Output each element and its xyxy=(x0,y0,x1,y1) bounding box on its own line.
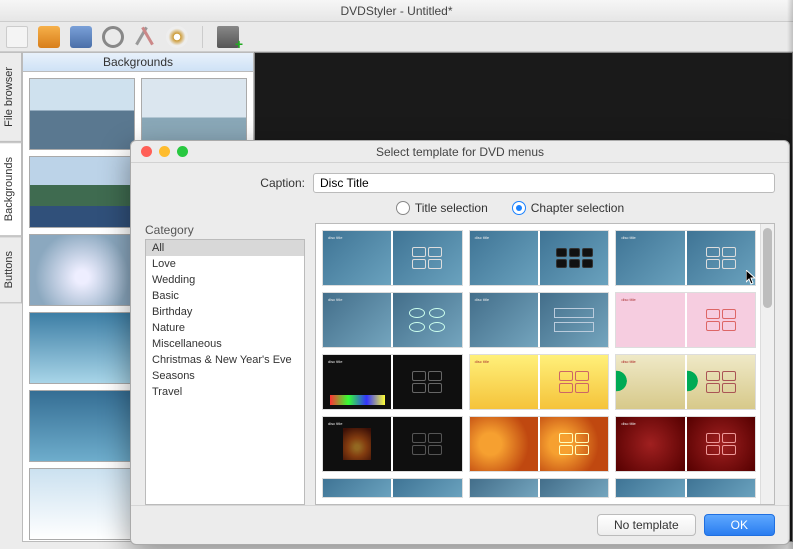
add-video-icon[interactable] xyxy=(217,26,239,48)
radio-label: Chapter selection xyxy=(531,201,624,215)
template-thumb[interactable]: disc title xyxy=(615,416,756,472)
category-item[interactable]: Miscellaneous xyxy=(146,336,304,352)
tab-buttons[interactable]: Buttons xyxy=(0,236,22,303)
tab-file-browser[interactable]: File browser xyxy=(0,52,22,142)
category-item[interactable]: Basic xyxy=(146,288,304,304)
category-item[interactable]: Wedding xyxy=(146,272,304,288)
background-thumb[interactable] xyxy=(29,156,135,228)
open-folder-icon[interactable] xyxy=(38,26,60,48)
caption-label: Caption: xyxy=(145,176,305,190)
burn-disc-icon[interactable] xyxy=(166,26,188,48)
template-scrollbar[interactable] xyxy=(760,224,774,504)
background-thumb[interactable] xyxy=(29,234,135,306)
template-thumb[interactable]: disc title xyxy=(469,292,610,348)
tools-icon[interactable] xyxy=(134,26,156,48)
main-toolbar xyxy=(0,22,793,52)
category-item[interactable]: Christmas & New Year's Eve xyxy=(146,352,304,368)
template-thumb[interactable]: disc title xyxy=(469,230,610,286)
template-thumb[interactable] xyxy=(469,416,610,472)
options-icon[interactable] xyxy=(102,26,124,48)
title-selection-radio[interactable]: Title selection xyxy=(396,201,488,215)
dialog-footer: No template OK xyxy=(131,505,789,544)
minimize-icon[interactable] xyxy=(159,146,170,157)
save-icon[interactable] xyxy=(70,26,92,48)
category-label: Category xyxy=(145,223,305,237)
template-dialog: Select template for DVD menus Caption: T… xyxy=(130,140,790,545)
radio-icon xyxy=(512,201,526,215)
radio-label: Title selection xyxy=(415,201,488,215)
template-grid: disc title disc title disc title disc ti… xyxy=(315,223,775,505)
template-thumb[interactable]: disc title xyxy=(322,292,463,348)
template-thumb[interactable] xyxy=(615,478,756,498)
background-thumb[interactable] xyxy=(29,390,135,462)
new-file-icon[interactable] xyxy=(6,26,28,48)
category-item[interactable]: Seasons xyxy=(146,368,304,384)
toolbar-separator xyxy=(202,26,203,48)
backgrounds-panel-title: Backgrounds xyxy=(23,53,253,72)
side-tab-rail: File browser Backgrounds Buttons xyxy=(0,52,22,542)
category-list: All Love Wedding Basic Birthday Nature M… xyxy=(145,239,305,505)
zoom-icon[interactable] xyxy=(177,146,188,157)
radio-icon xyxy=(396,201,410,215)
background-thumb[interactable] xyxy=(29,312,135,384)
template-thumb[interactable]: disc title xyxy=(615,354,756,410)
category-item[interactable]: Nature xyxy=(146,320,304,336)
category-item[interactable]: Birthday xyxy=(146,304,304,320)
background-thumb[interactable] xyxy=(29,78,135,150)
template-thumb[interactable]: disc title xyxy=(322,416,463,472)
template-thumb[interactable]: disc title xyxy=(322,230,463,286)
chapter-selection-radio[interactable]: Chapter selection xyxy=(512,201,624,215)
template-thumb[interactable] xyxy=(469,478,610,498)
template-thumb[interactable]: disc title xyxy=(322,354,463,410)
no-template-button[interactable]: No template xyxy=(597,514,696,536)
dialog-titlebar: Select template for DVD menus xyxy=(131,141,789,163)
category-item[interactable]: Love xyxy=(146,256,304,272)
background-thumb[interactable] xyxy=(29,468,135,540)
app-title: DVDStyler - Untitled* xyxy=(340,4,452,18)
category-item[interactable]: All xyxy=(146,240,304,256)
tab-backgrounds[interactable]: Backgrounds xyxy=(0,142,22,236)
template-thumb[interactable]: disc title xyxy=(615,230,756,286)
template-thumb[interactable]: disc title xyxy=(615,292,756,348)
category-item[interactable]: Travel xyxy=(146,384,304,400)
close-icon[interactable] xyxy=(141,146,152,157)
caption-input[interactable] xyxy=(313,173,775,193)
template-thumb[interactable]: disc title xyxy=(469,354,610,410)
app-titlebar: DVDStyler - Untitled* xyxy=(0,0,793,22)
template-thumb[interactable] xyxy=(322,478,463,498)
ok-button[interactable]: OK xyxy=(704,514,775,536)
dialog-title: Select template for DVD menus xyxy=(131,145,789,159)
